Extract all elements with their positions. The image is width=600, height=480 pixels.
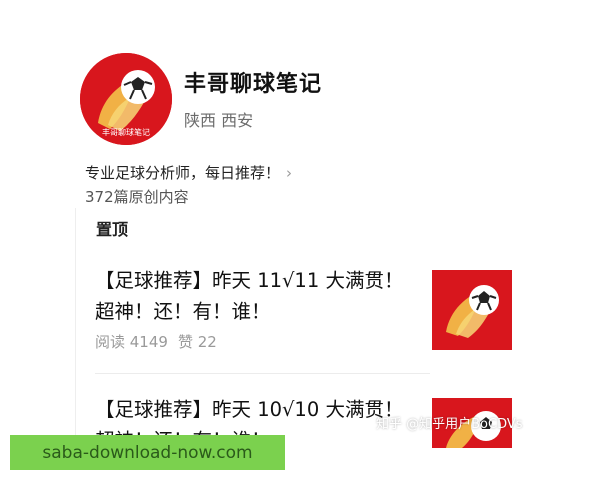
pinned-label: 置顶 [96, 220, 129, 239]
profile-bio[interactable]: 专业足球分析师，每日推荐！ › [85, 162, 292, 183]
football-logo-icon [432, 270, 512, 350]
article-title[interactable]: 【足球推荐】昨天 11√11 大满贯！超神！还！有！谁！ [95, 265, 415, 327]
article-thumbnail[interactable] [432, 270, 512, 350]
ad-banner[interactable]: saba-download-now.com [10, 435, 285, 470]
list-divider [95, 373, 430, 374]
watermark-text: 知乎 @知乎用户BoCDVs [376, 417, 523, 432]
profile-location: 陕西 西安 [184, 111, 254, 130]
profile-avatar[interactable]: 丰哥聊球笔记 [80, 53, 172, 145]
bio-text: 专业足球分析师，每日推荐！ [85, 164, 281, 182]
logo-text: 丰哥聊球笔记 [102, 127, 150, 137]
like-count: 赞 22 [177, 333, 217, 351]
read-count: 阅读 4149 [95, 333, 168, 351]
chevron-right-icon: › [286, 163, 293, 182]
article-count: 372篇原创内容 [85, 188, 189, 206]
article-meta: 阅读 4149 赞 22 [95, 331, 217, 352]
football-logo-icon: 丰哥聊球笔记 [80, 53, 172, 145]
profile-name: 丰哥聊球笔记 [184, 72, 323, 97]
